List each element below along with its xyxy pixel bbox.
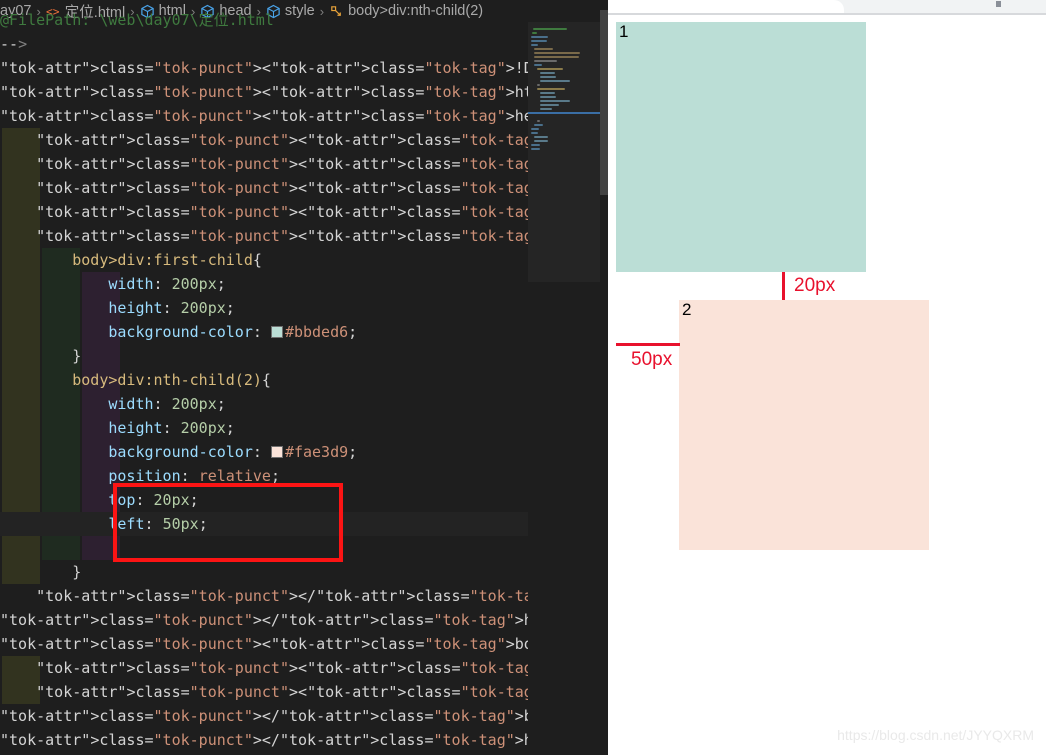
code-line[interactable]: position: relative; (0, 464, 608, 488)
address-bar[interactable] (898, 0, 1046, 11)
code-line[interactable]: height: 200px; (0, 296, 608, 320)
code-line[interactable]: "tok-attr">class="tok-punct"></"tok-attr… (0, 728, 608, 752)
minimap-cursor-line (528, 112, 600, 114)
annotation-label-left-offset: 50px (631, 349, 673, 370)
code-line[interactable]: body>div:first-child{ (0, 248, 608, 272)
code-line[interactable]: background-color: #bbded6; (0, 320, 608, 344)
minimap-line (540, 92, 555, 94)
minimap-line (534, 60, 557, 62)
code-line[interactable]: "tok-attr">class="tok-punct"><"tok-attr"… (0, 104, 608, 128)
code-line[interactable]: top: 20px; (0, 488, 608, 512)
code-line[interactable]: "tok-attr">class="tok-punct"></"tok-attr… (0, 608, 608, 632)
minimap-line (532, 32, 537, 34)
minimap-line (533, 28, 567, 30)
code-line[interactable]: "tok-attr">class="tok-punct"><"tok-attr"… (0, 200, 608, 224)
code-line[interactable]: } (0, 344, 608, 368)
minimap-line (540, 104, 559, 106)
code-line[interactable]: "tok-attr">class="tok-punct"><"tok-attr"… (0, 56, 608, 80)
code-line[interactable]: "tok-attr">class="tok-punct"><"tok-attr"… (0, 632, 608, 656)
code-line[interactable]: body>div:nth-child(2){ (0, 368, 608, 392)
annotation-line-top-offset (782, 272, 785, 300)
minimap-line (534, 64, 542, 66)
code-line[interactable]: } (0, 560, 608, 584)
minimap-line (531, 36, 548, 38)
browser-chrome (608, 0, 1046, 13)
code-line[interactable]: "tok-attr">class="tok-punct"></"tok-attr… (0, 704, 608, 728)
code-line[interactable]: "tok-attr">class="tok-punct"><"tok-attr"… (0, 128, 608, 152)
code-text[interactable]: @FilePath: \web\day07\定位.html --> "tok-att… (0, 8, 608, 752)
minimap-line (540, 108, 552, 110)
code-line[interactable]: "tok-attr">class="tok-punct"><"tok-attr"… (0, 176, 608, 200)
code-line[interactable]: --> (0, 32, 608, 56)
watermark: https://blog.csdn.net/JYYQXRM (837, 727, 1034, 743)
editor-vertical-scrollbar[interactable] (600, 0, 608, 755)
code-line[interactable]: "tok-attr">class="tok-punct"><"tok-attr"… (0, 680, 608, 704)
code-line[interactable]: left: 50px; (0, 512, 608, 536)
code-line[interactable]: height: 200px; (0, 416, 608, 440)
scrollbar-thumb[interactable] (600, 10, 608, 195)
minimap-line (531, 128, 539, 130)
minimap-line (534, 140, 548, 142)
minimap-line (531, 44, 538, 46)
minimap-line (537, 88, 565, 90)
minimap-line (531, 40, 547, 42)
code-line[interactable]: "tok-attr">class="tok-punct"><"tok-attr"… (0, 224, 608, 248)
code-line[interactable]: width: 200px; (0, 392, 608, 416)
extension-icon[interactable] (996, 1, 1001, 7)
annotation-label-top-offset: 20px (794, 275, 836, 296)
div-box-2-label: 2 (682, 300, 692, 319)
minimap-line (537, 68, 563, 70)
minimap-line (534, 56, 579, 58)
div-box-1: 1 (616, 22, 866, 272)
code-line[interactable]: background-color: #fae3d9; (0, 440, 608, 464)
div-box-2: 2 (679, 300, 929, 550)
minimap-line (540, 96, 556, 98)
minimap-line (540, 76, 556, 78)
code-line[interactable]: "tok-attr">class="tok-punct"><"tok-attr"… (0, 152, 608, 176)
minimap-line (531, 132, 538, 134)
minimap-line (540, 100, 570, 102)
code-line[interactable]: "tok-attr">class="tok-punct"></"tok-attr… (0, 584, 608, 608)
minimap-line (540, 72, 555, 74)
code-line[interactable] (0, 536, 608, 560)
code-surface[interactable]: @FilePath: \web\day07\定位.html --> "tok-att… (0, 11, 608, 755)
minimap-line (534, 48, 553, 50)
code-line[interactable]: "tok-attr">class="tok-punct"><"tok-attr"… (0, 80, 608, 104)
div-box-1-label: 1 (619, 22, 629, 41)
minimap-line (531, 148, 540, 150)
code-line[interactable]: "tok-attr">class="tok-punct"><"tok-attr"… (0, 656, 608, 680)
code-line[interactable]: @FilePath: \web\day07\定位.html (0, 8, 608, 32)
minimap-line (537, 120, 540, 122)
minimap-line (540, 80, 570, 82)
page-viewport: 1 2 20px 50px (608, 15, 1046, 755)
minimap-line (537, 84, 540, 86)
annotation-line-left-offset (616, 343, 680, 346)
minimap-line (534, 136, 548, 138)
code-line[interactable]: width: 200px; (0, 272, 608, 296)
browser-tab[interactable] (608, 0, 844, 13)
minimap-line (531, 144, 540, 146)
minimap-line (534, 52, 580, 54)
minimap[interactable] (528, 22, 600, 755)
vscode-editor-pane: ay07 › <> 定位.html › html › head › style … (0, 0, 608, 755)
minimap-line (534, 124, 543, 126)
browser-pane: 1 2 20px 50px https://blog.csdn.net/JYYQ… (608, 0, 1046, 755)
